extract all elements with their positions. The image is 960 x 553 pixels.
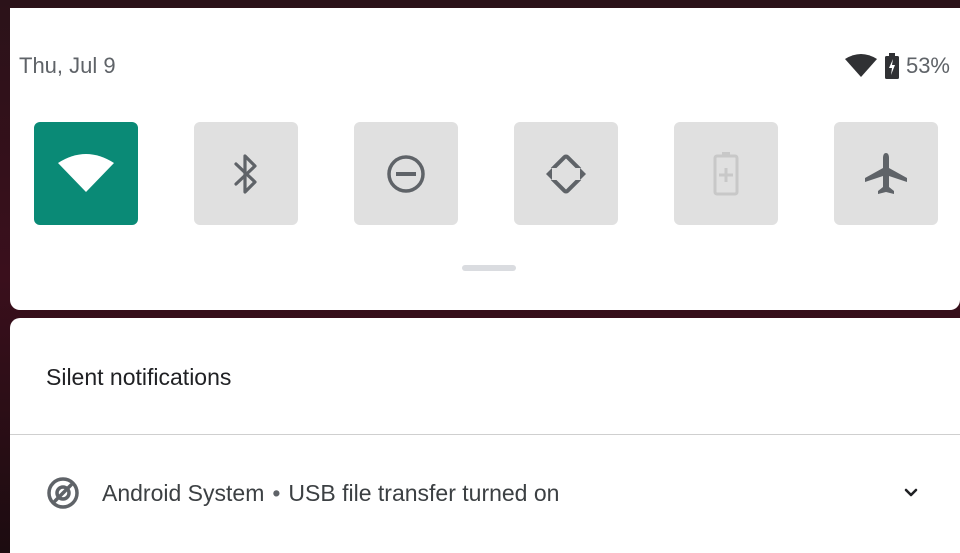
notification-shade: Silent notifications Android System • USB … xyxy=(10,318,960,553)
status-icons: 53% xyxy=(844,53,950,79)
tile-do-not-disturb[interactable] xyxy=(354,122,458,225)
battery-icon xyxy=(884,53,900,79)
do-not-disturb-icon xyxy=(383,151,429,197)
tile-bluetooth[interactable] xyxy=(194,122,298,225)
tile-auto-rotate[interactable] xyxy=(514,122,618,225)
tile-wifi[interactable] xyxy=(34,122,138,225)
drag-handle[interactable] xyxy=(462,265,516,271)
tile-airplane-mode[interactable] xyxy=(834,122,938,225)
battery-saver-icon xyxy=(711,150,741,198)
wifi-icon xyxy=(56,153,116,194)
android-system-icon xyxy=(46,476,80,515)
wifi-icon xyxy=(844,54,878,78)
bluetooth-icon xyxy=(231,151,261,197)
notification-item[interactable]: Android System • USB file transfer turned … xyxy=(10,435,960,553)
notification-app-name: Android System xyxy=(102,480,265,506)
battery-percent: 53% xyxy=(905,53,950,78)
tile-battery-saver[interactable] xyxy=(674,122,778,225)
airplane-icon xyxy=(862,150,910,198)
date-label: Thu, Jul 9 xyxy=(19,53,116,78)
notification-separator: • xyxy=(272,480,281,506)
auto-rotate-icon xyxy=(540,148,592,200)
section-title-silent: Silent notifications xyxy=(46,364,232,390)
chevron-down-icon[interactable] xyxy=(900,482,922,504)
notification-message: USB file transfer turned on xyxy=(288,480,560,506)
notification-text: Android System • USB file transfer turned … xyxy=(102,480,559,507)
quick-settings-panel: Thu, Jul 9 53% xyxy=(10,8,960,310)
